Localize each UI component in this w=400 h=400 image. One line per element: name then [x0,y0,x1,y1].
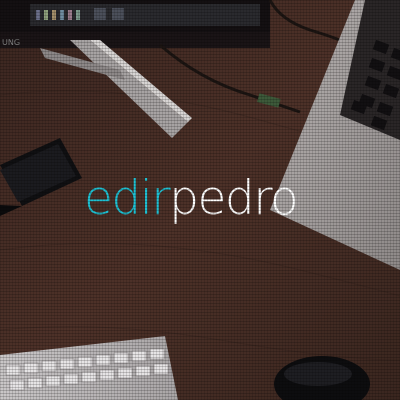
brand-logo: edirpedro [84,168,299,230]
hero-banner: UNG edirpedro [0,0,400,400]
logo-text-accent: edir [84,171,171,226]
monitor: UNG [0,0,270,48]
monitor-brand-label: UNG [2,38,20,47]
logo-text-light: pedro [169,171,299,226]
